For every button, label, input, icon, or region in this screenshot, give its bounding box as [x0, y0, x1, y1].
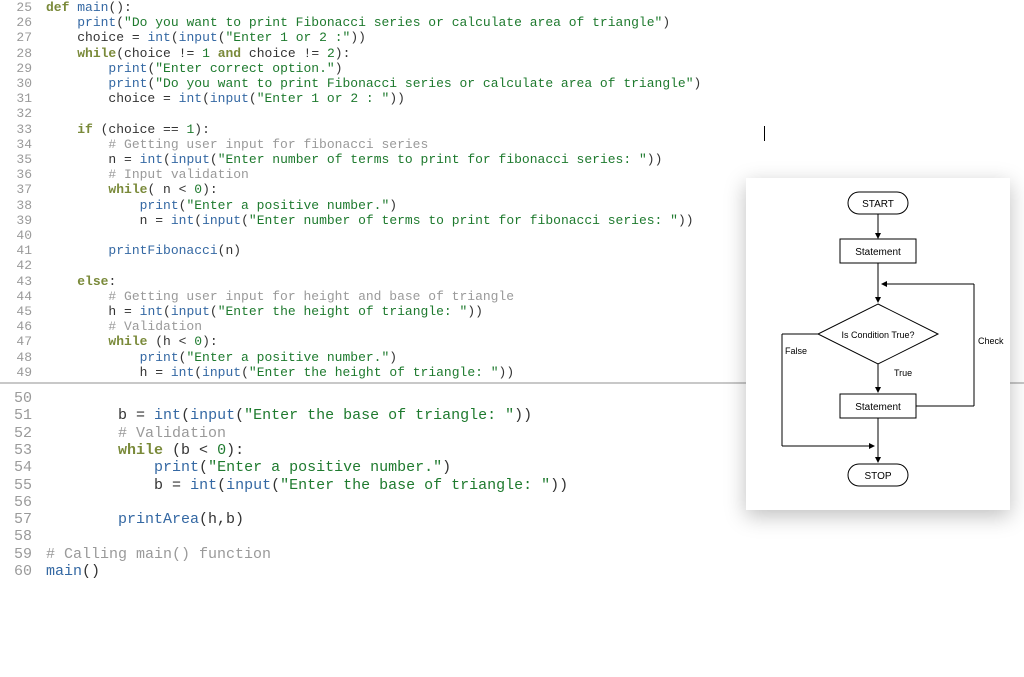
- line-number: 57: [0, 511, 46, 528]
- code-line[interactable]: 58: [0, 528, 1024, 545]
- code-content: printFibonacci(n): [46, 243, 241, 258]
- code-content: while(choice != 1 and choice != 2):: [46, 46, 350, 61]
- code-content: n = int(input("Enter number of terms to …: [46, 152, 662, 167]
- line-number: 32: [0, 106, 46, 121]
- line-number: 38: [0, 198, 46, 213]
- line-number: 43: [0, 274, 46, 289]
- line-number: 41: [0, 243, 46, 258]
- line-number: 52: [0, 425, 46, 442]
- line-number: 42: [0, 258, 46, 273]
- code-content: print("Enter a positive number."): [46, 459, 451, 476]
- line-number: 29: [0, 61, 46, 76]
- code-content: # Validation: [46, 425, 226, 442]
- code-content: # Calling main() function: [46, 546, 271, 563]
- flowchart-start-label: START: [862, 199, 894, 210]
- code-content: while (h < 0):: [46, 334, 218, 349]
- line-number: 31: [0, 91, 46, 106]
- code-content: n = int(input("Enter number of terms to …: [46, 213, 694, 228]
- line-number: 56: [0, 494, 46, 511]
- code-line[interactable]: 31 choice = int(input("Enter 1 or 2 : ")…: [0, 91, 1024, 106]
- line-number: 27: [0, 30, 46, 45]
- line-number: 46: [0, 319, 46, 334]
- code-line[interactable]: 57 printArea(h,b): [0, 511, 1024, 528]
- line-number: 35: [0, 152, 46, 167]
- code-content: print("Do you want to print Fibonacci se…: [46, 76, 701, 91]
- code-line[interactable]: 27 choice = int(input("Enter 1 or 2 :")): [0, 30, 1024, 45]
- code-content: # Getting user input for fibonacci serie…: [46, 137, 428, 152]
- line-number: 49: [0, 365, 46, 380]
- code-line[interactable]: 59# Calling main() function: [0, 546, 1024, 563]
- line-number: 47: [0, 334, 46, 349]
- code-line[interactable]: 34 # Getting user input for fibonacci se…: [0, 137, 1024, 152]
- flowchart-true-label: True: [894, 368, 912, 378]
- code-content: if (choice == 1):: [46, 122, 210, 137]
- line-number: 51: [0, 407, 46, 424]
- code-line[interactable]: 30 print("Do you want to print Fibonacci…: [0, 76, 1024, 91]
- code-content: choice = int(input("Enter 1 or 2 :")): [46, 30, 366, 45]
- code-line[interactable]: 28 while(choice != 1 and choice != 2):: [0, 46, 1024, 61]
- line-number: 54: [0, 459, 46, 476]
- flowchart-condition-label: Is Condition True?: [841, 330, 914, 340]
- code-content: main(): [46, 563, 100, 580]
- line-number: 34: [0, 137, 46, 152]
- code-content: # Input validation: [46, 167, 249, 182]
- code-content: # Getting user input for height and base…: [46, 289, 514, 304]
- code-content: print("Do you want to print Fibonacci se…: [46, 15, 670, 30]
- code-content: h = int(input("Enter the height of trian…: [46, 365, 514, 380]
- code-content: def main():: [46, 0, 132, 15]
- code-content: h = int(input("Enter the height of trian…: [46, 304, 483, 319]
- code-line[interactable]: 60main(): [0, 563, 1024, 580]
- line-number: 58: [0, 528, 46, 545]
- code-content: choice = int(input("Enter 1 or 2 : ")): [46, 91, 405, 106]
- code-line[interactable]: 29 print("Enter correct option."): [0, 61, 1024, 76]
- line-number: 36: [0, 167, 46, 182]
- code-content: print("Enter a positive number."): [46, 198, 397, 213]
- line-number: 60: [0, 563, 46, 580]
- code-line[interactable]: 33 if (choice == 1):: [0, 122, 1024, 137]
- line-number: 25: [0, 0, 46, 15]
- line-number: 44: [0, 289, 46, 304]
- line-number: 48: [0, 350, 46, 365]
- code-line[interactable]: 26 print("Do you want to print Fibonacci…: [0, 15, 1024, 30]
- line-number: 45: [0, 304, 46, 319]
- line-number: 39: [0, 213, 46, 228]
- code-content: while( n < 0):: [46, 182, 218, 197]
- code-content: print("Enter a positive number."): [46, 350, 397, 365]
- line-number: 55: [0, 477, 46, 494]
- code-line[interactable]: 25def main():: [0, 0, 1024, 15]
- code-content: else:: [46, 274, 116, 289]
- flowchart-statement2-label: Statement: [855, 402, 901, 413]
- code-content: printArea(h,b): [46, 511, 244, 528]
- line-number: 33: [0, 122, 46, 137]
- code-content: b = int(input("Enter the base of triangl…: [46, 407, 532, 424]
- code-content: # Validation: [46, 319, 202, 334]
- text-cursor: [764, 126, 765, 141]
- line-number: 37: [0, 182, 46, 197]
- flowchart-diagram: START Statement Is Condition True? True …: [746, 178, 1010, 510]
- code-content: print("Enter correct option."): [46, 61, 343, 76]
- line-number: 53: [0, 442, 46, 459]
- flowchart-statement1-label: Statement: [855, 247, 901, 258]
- line-number: 28: [0, 46, 46, 61]
- code-line[interactable]: 35 n = int(input("Enter number of terms …: [0, 152, 1024, 167]
- line-number: 59: [0, 546, 46, 563]
- flowchart-check-again-label: Check Again: [978, 336, 1004, 346]
- code-line[interactable]: 32: [0, 106, 1024, 121]
- line-number: 30: [0, 76, 46, 91]
- line-number: 26: [0, 15, 46, 30]
- flowchart-false-label: False: [785, 346, 807, 356]
- flowchart-stop-label: STOP: [864, 471, 891, 482]
- line-number: 50: [0, 390, 46, 407]
- line-number: 40: [0, 228, 46, 243]
- code-content: b = int(input("Enter the base of triangl…: [46, 477, 568, 494]
- code-content: while (b < 0):: [46, 442, 244, 459]
